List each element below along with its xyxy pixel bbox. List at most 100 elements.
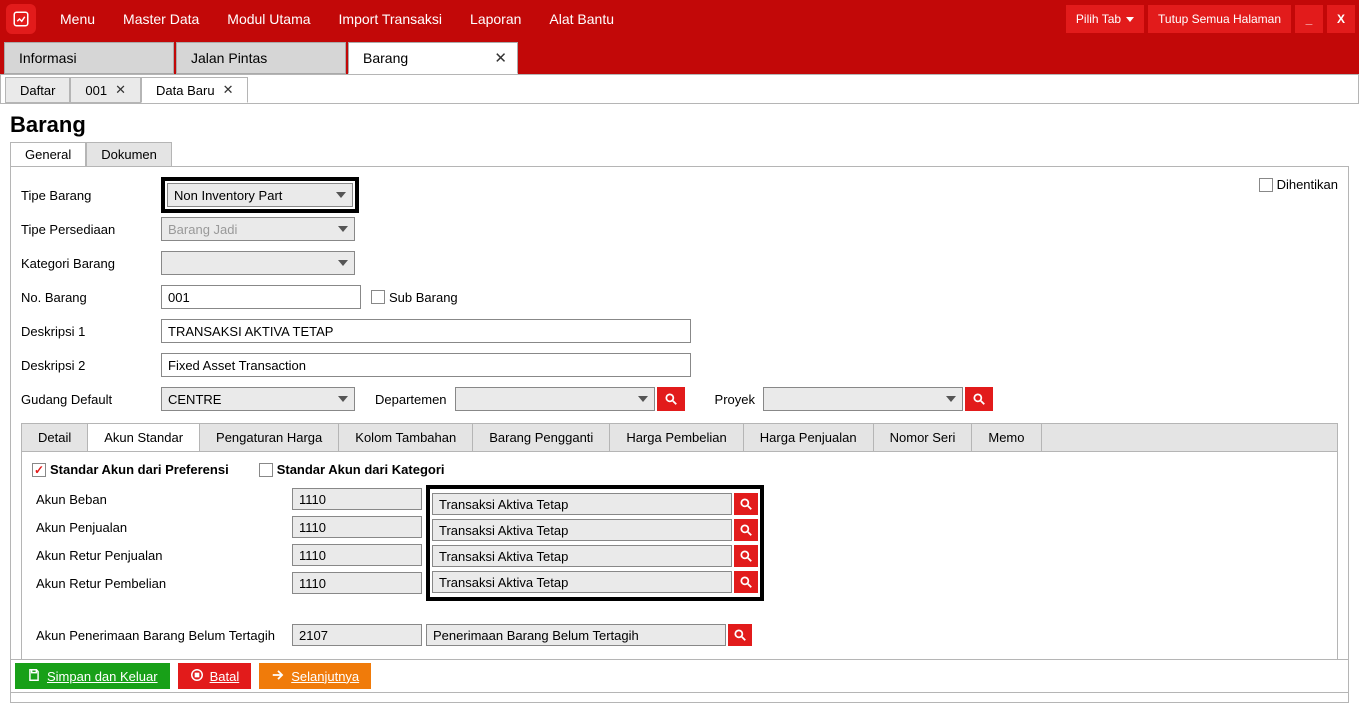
gudang-value: CENTRE xyxy=(168,392,221,407)
proyek-combo[interactable] xyxy=(763,387,963,411)
dihentikan-checkbox[interactable]: Dihentikan xyxy=(1259,177,1338,192)
menu-modul-utama[interactable]: Modul Utama xyxy=(213,0,324,38)
akun-beban-code[interactable]: 1110 xyxy=(292,488,422,510)
akun-beban-search-button[interactable] xyxy=(734,493,758,515)
deskripsi2-input[interactable] xyxy=(161,353,691,377)
checkbox-icon xyxy=(1259,178,1273,192)
akun-retur-pembelian-code[interactable]: 1110 xyxy=(292,572,422,594)
close-icon[interactable]: ✕ xyxy=(494,49,507,67)
pilih-tab-label: Pilih Tab xyxy=(1076,12,1121,26)
tab-barang[interactable]: Barang ✕ xyxy=(348,42,518,74)
gudang-combo[interactable]: CENTRE xyxy=(161,387,355,411)
akun-penerimaan-search-button[interactable] xyxy=(728,624,752,646)
subtab-label: Data Baru xyxy=(156,83,215,98)
tipe-persediaan-label: Tipe Persediaan xyxy=(21,222,161,237)
akun-penjualan-code[interactable]: 1110 xyxy=(292,516,422,538)
menu-alat-bantu[interactable]: Alat Bantu xyxy=(535,0,628,38)
close-icon[interactable]: ✕ xyxy=(115,82,126,98)
stab-harga-penjualan[interactable]: Harga Penjualan xyxy=(744,424,874,451)
cancel-button[interactable]: Batal xyxy=(178,663,252,689)
proyek-search-button[interactable] xyxy=(965,387,993,411)
stab-memo[interactable]: Memo xyxy=(972,424,1041,451)
app-logo-icon xyxy=(6,4,36,34)
checkbox-icon xyxy=(371,290,385,304)
gudang-label: Gudang Default xyxy=(21,392,161,407)
stab-detail[interactable]: Detail xyxy=(22,424,88,451)
section-tabs: Detail Akun Standar Pengaturan Harga Kol… xyxy=(21,423,1338,452)
akun-retur-pembelian-desc[interactable]: Transaksi Aktiva Tetap xyxy=(432,571,732,593)
accounts-panel: Standar Akun dari Preferensi Standar Aku… xyxy=(21,452,1338,690)
caret-down-icon xyxy=(336,192,346,198)
tipe-barang-label: Tipe Barang xyxy=(21,188,161,203)
close-icon[interactable]: ✕ xyxy=(223,82,234,98)
pilih-tab-button[interactable]: Pilih Tab xyxy=(1066,5,1144,33)
standar-kategori-label: Standar Akun dari Kategori xyxy=(277,462,445,477)
akun-beban-desc[interactable]: Transaksi Aktiva Tetap xyxy=(432,493,732,515)
akun-penjualan-label: Akun Penjualan xyxy=(32,520,292,535)
menubar: Menu Master Data Modul Utama Import Tran… xyxy=(0,0,1359,38)
akun-retur-penjualan-desc[interactable]: Transaksi Aktiva Tetap xyxy=(432,545,732,567)
kategori-combo[interactable] xyxy=(161,251,355,275)
caret-down-icon xyxy=(338,260,348,266)
tab-informasi[interactable]: Informasi xyxy=(4,42,174,74)
dihentikan-label: Dihentikan xyxy=(1277,177,1338,192)
next-button[interactable]: Selanjutnya xyxy=(259,663,371,689)
tipe-barang-combo[interactable]: Non Inventory Part xyxy=(167,183,353,207)
subtab-label: Daftar xyxy=(20,83,55,98)
akun-penerimaan-desc[interactable]: Penerimaan Barang Belum Tertagih xyxy=(426,624,726,646)
close-app-button[interactable]: X xyxy=(1327,5,1355,33)
stab-barang-pengganti[interactable]: Barang Pengganti xyxy=(473,424,610,451)
standar-kategori-checkbox[interactable]: Standar Akun dari Kategori xyxy=(259,462,445,477)
menu-master-data[interactable]: Master Data xyxy=(109,0,213,38)
minimize-button[interactable]: _ xyxy=(1295,5,1323,33)
departemen-label: Departemen xyxy=(375,392,447,407)
checkbox-icon xyxy=(259,463,273,477)
deskripsi1-input[interactable] xyxy=(161,319,691,343)
top-tabs: Informasi Jalan Pintas Barang ✕ xyxy=(0,38,1359,74)
sub-barang-checkbox[interactable]: Sub Barang xyxy=(371,290,458,305)
tipe-barang-value: Non Inventory Part xyxy=(174,188,282,203)
inner-tab-dokumen[interactable]: Dokumen xyxy=(86,142,172,166)
tutup-semua-button[interactable]: Tutup Semua Halaman xyxy=(1148,5,1291,33)
save-and-exit-button[interactable]: Simpan dan Keluar xyxy=(15,663,170,689)
akun-retur-penjualan-label: Akun Retur Penjualan xyxy=(32,548,292,563)
no-barang-input[interactable] xyxy=(161,285,361,309)
standar-preferensi-checkbox[interactable]: Standar Akun dari Preferensi xyxy=(32,462,229,477)
akun-beban-label: Akun Beban xyxy=(32,492,292,507)
akun-penjualan-search-button[interactable] xyxy=(734,519,758,541)
inner-tab-general[interactable]: General xyxy=(10,142,86,166)
stop-icon xyxy=(190,668,204,685)
subtab-daftar[interactable]: Daftar xyxy=(5,77,70,103)
inner-tabs: General Dokumen xyxy=(10,142,1349,167)
stab-akun-standar[interactable]: Akun Standar xyxy=(88,424,200,451)
tab-label: Jalan Pintas xyxy=(191,50,267,66)
subtab-label: 001 xyxy=(85,83,107,98)
tipe-persediaan-value: Barang Jadi xyxy=(168,222,237,237)
cancel-label: Batal xyxy=(210,669,240,684)
stab-pengaturan-harga[interactable]: Pengaturan Harga xyxy=(200,424,339,451)
departemen-combo[interactable] xyxy=(455,387,655,411)
subtab-001[interactable]: 001 ✕ xyxy=(70,77,141,103)
menu-menu[interactable]: Menu xyxy=(46,0,109,38)
akun-retur-pembelian-label: Akun Retur Pembelian xyxy=(32,576,292,591)
stab-kolom-tambahan[interactable]: Kolom Tambahan xyxy=(339,424,473,451)
akun-retur-pembelian-search-button[interactable] xyxy=(734,571,758,593)
stab-harga-pembelian[interactable]: Harga Pembelian xyxy=(610,424,743,451)
standar-preferensi-label: Standar Akun dari Preferensi xyxy=(50,462,229,477)
next-label: Selanjutnya xyxy=(291,669,359,684)
akun-retur-penjualan-code[interactable]: 1110 xyxy=(292,544,422,566)
page-title: Barang xyxy=(10,112,1349,138)
menu-import-transaksi[interactable]: Import Transaksi xyxy=(325,0,456,38)
save-label: Simpan dan Keluar xyxy=(47,669,158,684)
subtab-data-baru[interactable]: Data Baru ✕ xyxy=(141,77,248,103)
akun-retur-penjualan-search-button[interactable] xyxy=(734,545,758,567)
tab-jalan-pintas[interactable]: Jalan Pintas xyxy=(176,42,346,74)
menu-laporan[interactable]: Laporan xyxy=(456,0,535,38)
caret-down-icon xyxy=(1126,17,1134,22)
stab-nomor-seri[interactable]: Nomor Seri xyxy=(874,424,973,451)
akun-penjualan-desc[interactable]: Transaksi Aktiva Tetap xyxy=(432,519,732,541)
akun-penerimaan-code[interactable]: 2107 xyxy=(292,624,422,646)
departemen-search-button[interactable] xyxy=(657,387,685,411)
akun-penerimaan-label: Akun Penerimaan Barang Belum Tertagih xyxy=(32,628,292,643)
arrow-right-icon xyxy=(271,668,285,685)
